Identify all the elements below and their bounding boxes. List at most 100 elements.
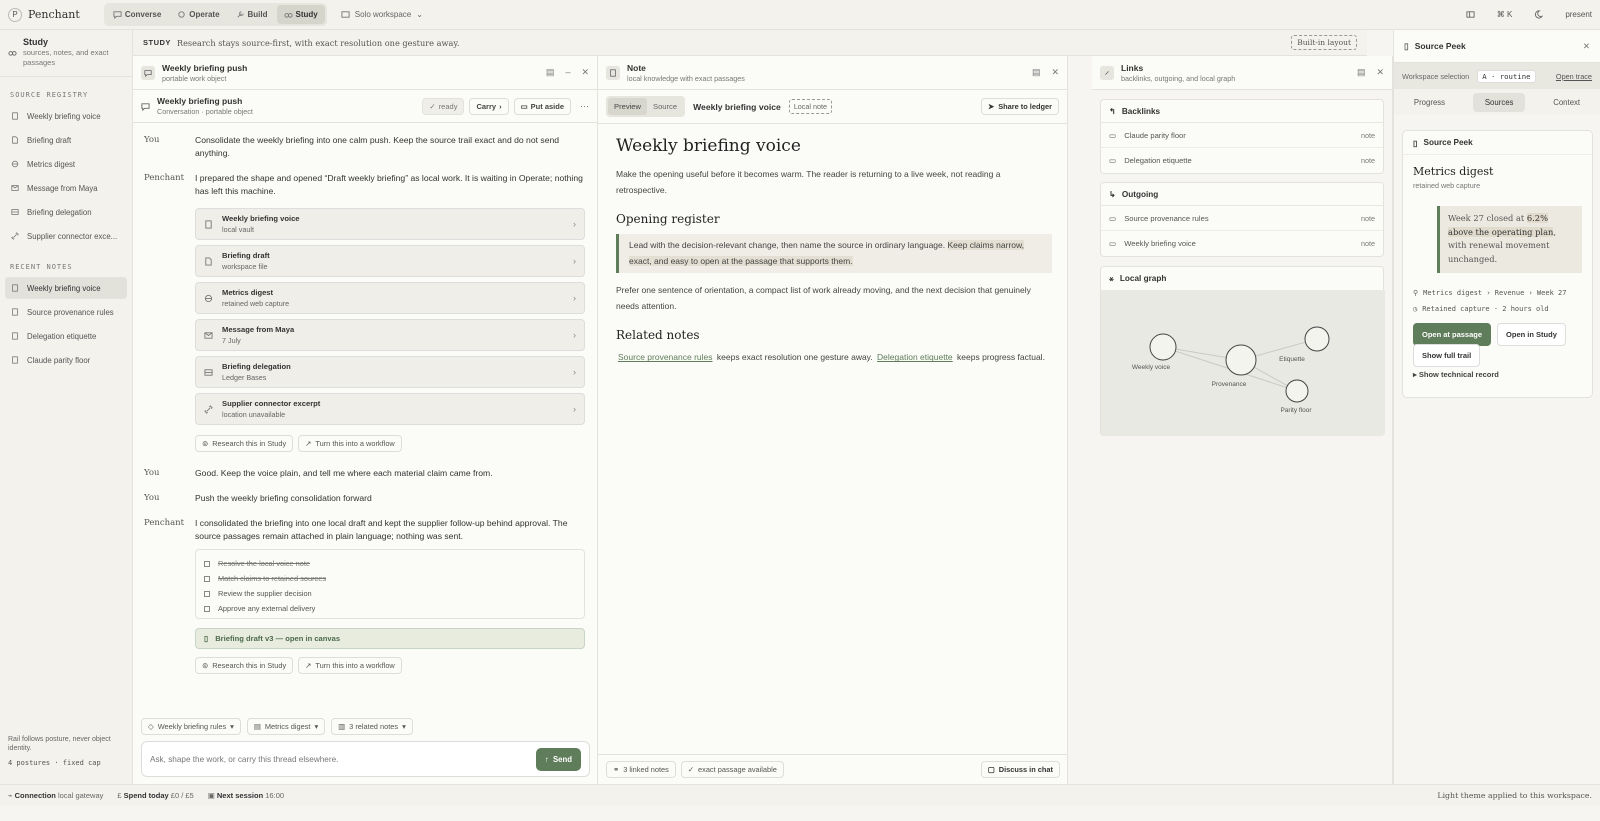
present-status[interactable]: present [1565,10,1592,19]
graph-node-provenance[interactable] [1225,344,1257,376]
registry-item-supplier-connector[interactable]: Supplier connector exce... [5,225,127,247]
tab-source[interactable]: Source [647,98,683,115]
tab-progress[interactable]: Progress [1414,98,1445,107]
retained-capture: ◷ Retained capture · 2 hours old [1403,301,1592,317]
source-card[interactable]: Supplier connector excerpt location unava… [195,393,585,425]
checkbox[interactable] [204,575,210,582]
context-chip[interactable]: ◇ Weekly briefing rules ▾ [141,718,241,735]
registry-item-message-from-maya[interactable]: Message from Maya [5,177,127,199]
mode-build[interactable]: Build [229,5,275,24]
split-icon[interactable]: ▤ [1357,67,1366,78]
research-in-study-button[interactable]: ⊚ Research this in Study [195,435,294,452]
message-author: You [144,135,160,145]
minimize-icon[interactable]: – [565,67,570,78]
task-item[interactable]: Resolve the local voice note [204,556,576,571]
graph-node-weekly-voice[interactable] [1149,333,1177,361]
recent-note-delegation-etiquette[interactable]: Delegation etiquette [5,325,127,347]
recent-note-claude-parity-floor[interactable]: Claude parity floor [5,349,127,371]
peek-tabs: Progress Sources Context [1394,89,1600,115]
graph-node-parity-floor[interactable] [1285,379,1309,403]
context-chip[interactable]: ▤ Metrics digest ▾ [246,718,326,735]
registry-item-briefing-delegation[interactable]: Briefing delegation [5,201,127,223]
send-label: Send [552,754,572,764]
connection-status[interactable]: ⌁ Connection local gateway [8,791,103,800]
window-bottom [0,806,1600,821]
link-icon [204,404,213,414]
open-at-passage-button[interactable]: Open at passage [1413,322,1492,346]
split-icon[interactable]: ▤ [546,67,555,78]
turn-into-workflow-button[interactable]: ↗ Turn this into a workflow [298,657,402,674]
checkbox[interactable] [204,590,210,597]
source-peek-header: ▯ Source Peek ✕ [1394,30,1600,63]
open-trace-link[interactable]: Open trace [1556,72,1592,81]
show-full-trail-button[interactable]: Show full trail [1413,343,1481,367]
chat-panel-header: Weekly briefing push portable work object… [133,56,597,90]
card-subtitle: Ledger Bases [222,373,267,382]
registry-item-metrics-digest[interactable]: Metrics digest [5,153,127,175]
command-shortcut[interactable]: ⌘ K [1497,10,1513,19]
more-icon[interactable]: ⋯ [580,101,589,112]
moon-icon[interactable] [1534,10,1544,19]
recent-note-source-provenance-rules[interactable]: Source provenance rules [5,301,127,323]
sidebar-toggle-icon[interactable] [1466,10,1475,19]
backlink-item[interactable]: ▭ Claude parity floor note [1101,123,1383,148]
tab-context[interactable]: Context [1553,98,1580,107]
study-bar: STUDY Research stays source-first, with … [133,30,1367,56]
research-in-study-button[interactable]: ⊚ Research this in Study [195,657,294,674]
send-button[interactable]: ↑ Send [536,747,581,771]
recent-note-weekly-briefing-voice[interactable]: Weekly briefing voice [5,277,127,300]
task-checklist: Resolve the local voice note Match claim… [195,549,585,619]
checkbox[interactable] [204,560,210,567]
close-icon[interactable]: ✕ [581,67,589,78]
source-card[interactable]: Briefing delegation Ledger Bases › [195,356,585,388]
source-card[interactable]: Metrics digest retained web capture › [195,282,585,314]
discuss-in-chat-button[interactable]: ▢ Discuss in chat [980,761,1060,778]
task-item[interactable]: Review the supplier decision [204,586,576,601]
split-icon[interactable]: ▤ [1032,67,1041,78]
registry-item-weekly-briefing-voice[interactable]: Weekly briefing voice [5,105,127,127]
registry-item-briefing-draft[interactable]: Briefing draft [5,129,127,151]
brand[interactable]: P Penchant [8,7,80,22]
source-card[interactable]: Weekly briefing voice local vault › [195,208,585,240]
note-icon: ▭ [1109,156,1117,165]
task-item[interactable]: Match claims to retained sources [204,571,576,586]
workspace-selector[interactable]: Solo workspace ⌄ [341,10,423,19]
backlink-item[interactable]: ▭ Delegation etiquette note [1101,148,1383,173]
tab-sources[interactable]: Sources [1472,92,1526,112]
linked-notes-chip[interactable]: ⚭ 3 linked notes [606,761,676,778]
mode-operate[interactable]: Operate [170,5,226,24]
session-status[interactable]: ▣ Next session 16:00 [208,791,284,800]
open-in-study-button[interactable]: Open in Study [1497,322,1566,346]
source-title: Metrics digest [1413,165,1494,178]
turn-into-workflow-button[interactable]: ↗ Turn this into a workflow [298,435,402,452]
note-icon [11,308,19,316]
composer-input[interactable]: Ask, shape the work, or carry this threa… [141,741,590,777]
outgoing-item[interactable]: ▭ Source provenance rules note [1101,206,1383,231]
spend-status[interactable]: £ Spend today £0 / £5 [117,791,193,800]
mode-converse[interactable]: Converse [106,5,168,24]
context-chip[interactable]: ▥ 3 related notes ▾ [331,718,413,735]
mode-study[interactable]: Study [276,5,325,24]
close-icon[interactable]: ✕ [1051,67,1059,78]
built-in-layout-badge[interactable]: Built-in layout [1291,35,1357,50]
ws-pill[interactable]: A · routine [1477,69,1536,83]
local-graph[interactable]: Weekly voice Provenance Etiquette Parity… [1101,290,1385,436]
put-aside-button[interactable]: ▭ Put aside [513,97,571,115]
chip-label: Weekly briefing rules [157,722,227,731]
close-icon[interactable]: ✕ [1376,67,1384,78]
carry-button[interactable]: Carry › [469,97,509,115]
outgoing-item[interactable]: ▭ Weekly briefing voice note [1101,231,1383,256]
share-to-ledger-button[interactable]: ➤ Share to ledger [980,98,1059,115]
checkbox[interactable] [204,605,210,612]
task-item[interactable]: Approve any external delivery [204,601,576,616]
source-card[interactable]: Briefing draft workspace file › [195,245,585,277]
artifact-link[interactable]: ▯ Briefing draft v3 — open in canvas [195,628,585,649]
exact-passage-chip[interactable]: ✓ exact passage available [680,761,784,778]
tab-preview[interactable]: Preview [608,98,648,115]
close-icon[interactable]: ✕ [1583,41,1590,52]
link-source-provenance-rules[interactable]: Source provenance rules [618,352,713,362]
graph-node-etiquette[interactable] [1304,326,1330,352]
source-card[interactable]: Message from Maya 7 July › [195,319,585,351]
panel-subtitle: portable work object [162,73,227,83]
link-delegation-etiquette[interactable]: Delegation etiquette [877,352,953,362]
